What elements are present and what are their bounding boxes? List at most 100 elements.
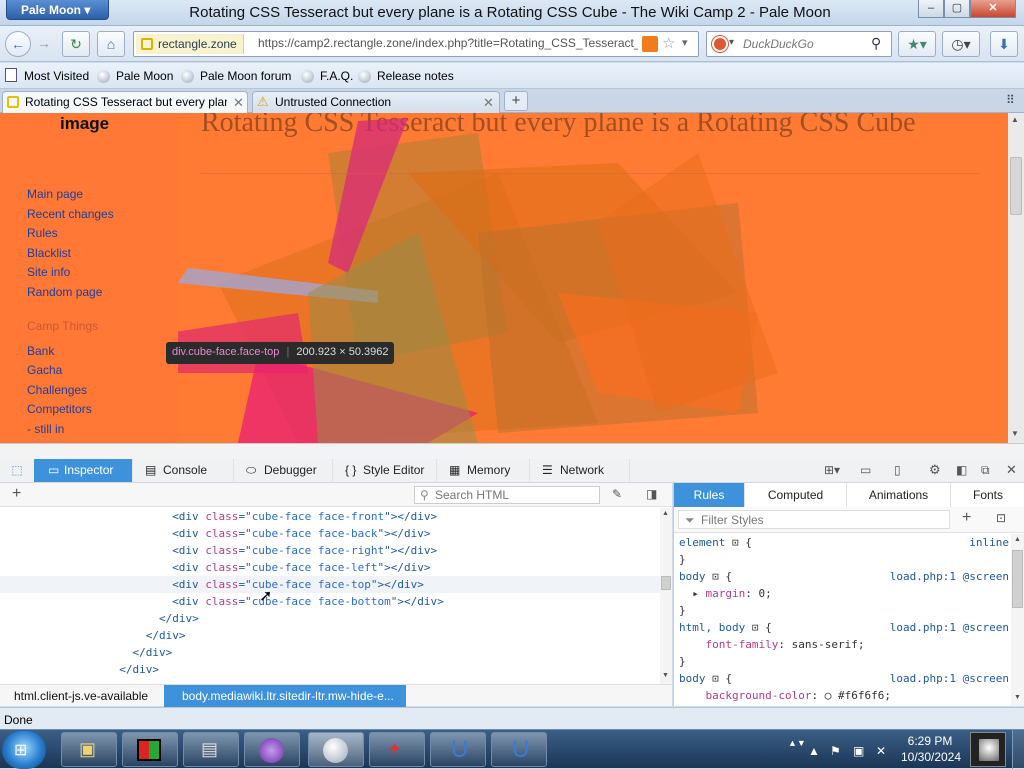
- app-menu-button[interactable]: Pale Moon ▾: [6, 0, 109, 20]
- bookmark-star-icon[interactable]: ☆: [662, 34, 675, 52]
- nav-competitors[interactable]: Competitors: [27, 402, 92, 416]
- vertical-scrollbar[interactable]: ▲ ▼: [1008, 113, 1024, 443]
- rule-line[interactable]: element ⊡ {inline: [679, 534, 1009, 551]
- bookmark-pale-moon-forum[interactable]: Pale Moon forum: [200, 69, 291, 83]
- markup-node[interactable]: </div>: [0, 627, 660, 644]
- bookmarks-menu-button[interactable]: ★▾: [898, 31, 936, 57]
- dock-side-icon[interactable]: ◧: [956, 463, 967, 477]
- downloads-button[interactable]: ⬇: [990, 31, 1018, 57]
- tab-inspector[interactable]: ▭ Inspector: [34, 459, 133, 482]
- close-tab-icon[interactable]: ✕: [483, 95, 494, 111]
- network-icon[interactable]: ▣: [853, 744, 864, 758]
- search-engine-dropdown-icon[interactable]: ▾: [729, 37, 734, 48]
- markup-node[interactable]: <div class="cube-face face-bottom"></div…: [0, 593, 660, 610]
- taskbar-app-1[interactable]: ▣: [61, 732, 117, 767]
- close-tab-icon[interactable]: ✕: [233, 95, 244, 111]
- rule-source-link[interactable]: load.php:1 @screen: [890, 670, 1009, 687]
- markup-node[interactable]: <div class="cube-face face-left"></div>: [0, 559, 660, 576]
- markup-node[interactable]: </div>: [0, 610, 660, 627]
- rule-source-link[interactable]: inline: [969, 534, 1009, 551]
- layout-toggle-icon[interactable]: ⊞▾: [824, 463, 840, 477]
- bookmark-release-notes[interactable]: Release notes: [377, 69, 454, 83]
- clock-time[interactable]: 6:29 PM: [900, 734, 960, 748]
- bookmark-pale-moon[interactable]: Pale Moon: [116, 69, 173, 83]
- rule-line[interactable]: html, body ⊡ {load.php:1 @screen: [679, 619, 1009, 636]
- add-node-icon[interactable]: +: [12, 485, 21, 503]
- tab-memory[interactable]: ▦ Memory: [437, 459, 530, 482]
- scroll-down-icon[interactable]: ▼: [662, 672, 669, 679]
- rule-line[interactable]: background-color: ◯ #f6f6f6;: [679, 687, 1009, 704]
- history-button[interactable]: ◷▾: [942, 31, 980, 57]
- back-button[interactable]: ←: [5, 31, 31, 57]
- tab-style-editor[interactable]: { } Style Editor: [333, 459, 437, 482]
- close-button[interactable]: ✕: [970, 0, 1016, 18]
- markup-node[interactable]: <div class="cube-face face-right"></div>: [0, 542, 660, 559]
- markup-node[interactable]: </div>: [0, 661, 660, 678]
- taskbar-app-7[interactable]: U: [430, 732, 486, 767]
- nav-main-page[interactable]: Main page: [27, 187, 83, 201]
- new-tab-button[interactable]: +: [504, 91, 528, 111]
- scroll-up-icon[interactable]: ▲: [1011, 115, 1019, 124]
- close-devtools-icon[interactable]: ✕: [1006, 462, 1017, 478]
- home-button[interactable]: ⌂: [97, 31, 125, 57]
- toggle-sidebar-icon[interactable]: ◨: [646, 487, 657, 501]
- vertical-scroll-thumb[interactable]: [1010, 157, 1022, 215]
- tab-network[interactable]: ☰ Network: [530, 459, 630, 482]
- filter-styles-input[interactable]: ⏷ Filter Styles: [678, 510, 950, 529]
- rule-line[interactable]: }: [679, 653, 1009, 670]
- search-html-input[interactable]: ⚲ Search HTML: [414, 486, 600, 504]
- taskbar-app-3[interactable]: ▤: [183, 732, 239, 767]
- rule-line[interactable]: font-family: sans-serif;: [679, 636, 1009, 653]
- nav-random-page[interactable]: Random page: [27, 285, 102, 299]
- taskbar-app-2[interactable]: [122, 732, 178, 767]
- add-rule-icon[interactable]: +: [962, 509, 971, 527]
- nav-gacha[interactable]: Gacha: [27, 363, 62, 377]
- taskbar-app-6[interactable]: ✦: [369, 732, 425, 767]
- url-bar[interactable]: rectangle.zone https://camp2.rectangle.z…: [133, 31, 699, 57]
- scroll-up-icon[interactable]: ▲: [662, 510, 669, 517]
- reload-button[interactable]: ↻: [62, 31, 90, 57]
- url-dropdown-icon[interactable]: ▾: [682, 36, 688, 49]
- rules-list[interactable]: element ⊡ {inline} body ⊡ {load.php:1 @sc…: [674, 534, 1011, 706]
- show-hidden-icons-icon[interactable]: ▲: [808, 744, 820, 758]
- rule-source-link[interactable]: load.php:1 @screen: [890, 568, 1009, 585]
- volume-muted-icon[interactable]: ✕: [876, 744, 886, 758]
- rule-line[interactable]: }: [679, 602, 1009, 619]
- nav-still-in[interactable]: - still in: [27, 422, 64, 436]
- taskbar-pale-moon[interactable]: [308, 732, 364, 767]
- site-identity-button[interactable]: rectangle.zone: [136, 34, 244, 54]
- clock-date[interactable]: 10/30/2024: [896, 750, 966, 764]
- markup-scrollbar[interactable]: ▲ ▼: [660, 508, 672, 684]
- markup-node[interactable]: <div class="cube-face face-back"></div>: [0, 525, 660, 542]
- tray-scroll-icon[interactable]: ▲▼: [788, 738, 806, 748]
- forward-button[interactable]: →: [33, 31, 55, 57]
- tab-computed[interactable]: Computed: [745, 483, 847, 507]
- search-bar[interactable]: ▾ DuckDuckGo ⚲: [706, 31, 892, 57]
- nav-blacklist[interactable]: Blacklist: [27, 246, 71, 260]
- responsive-design-icon[interactable]: ▯: [894, 463, 901, 477]
- tab-fonts[interactable]: Fonts: [951, 483, 1024, 507]
- tab-rotating-css-tesseract[interactable]: Rotating CSS Tesseract but every plane ✕: [2, 91, 248, 113]
- action-center-flag-icon[interactable]: ⚑: [830, 744, 841, 758]
- rule-line[interactable]: body ⊡ {load.php:1 @screen: [679, 670, 1009, 687]
- url-text[interactable]: https://camp2.rectangle.zone/index.php?t…: [258, 36, 638, 50]
- element-picker-button[interactable]: ⬚: [0, 459, 34, 482]
- breadcrumb-html[interactable]: html.client-js.ve-available: [14, 689, 148, 703]
- toggle-pseudo-class-icon[interactable]: ⊡: [996, 511, 1006, 525]
- maximize-button[interactable]: ▢: [944, 0, 970, 18]
- rule-source-link[interactable]: load.php:1 @screen: [890, 619, 1009, 636]
- rules-scrollbar[interactable]: ▲ ▼: [1011, 534, 1024, 706]
- devtools-splitter[interactable]: [0, 443, 1024, 459]
- rule-line[interactable]: ▸ margin: 0;: [679, 585, 1009, 602]
- markup-tree[interactable]: <div class="cube-face face-front"></div>…: [0, 508, 660, 684]
- nav-site-info[interactable]: Site info: [27, 265, 70, 279]
- markup-node[interactable]: <div class="cube-face face-top"></div>: [0, 576, 660, 593]
- tab-animations[interactable]: Animations: [847, 483, 951, 507]
- eyedropper-icon[interactable]: ✎: [612, 487, 622, 501]
- search-icon[interactable]: ⚲: [871, 35, 881, 52]
- taskbar-app-8[interactable]: U: [491, 732, 547, 767]
- scroll-up-icon[interactable]: ▲: [1014, 536, 1021, 543]
- tab-list-icon[interactable]: ⠿: [1006, 93, 1015, 107]
- nav-rules[interactable]: Rules: [27, 226, 58, 240]
- rule-line[interactable]: body ⊡ {load.php:1 @screen: [679, 568, 1009, 585]
